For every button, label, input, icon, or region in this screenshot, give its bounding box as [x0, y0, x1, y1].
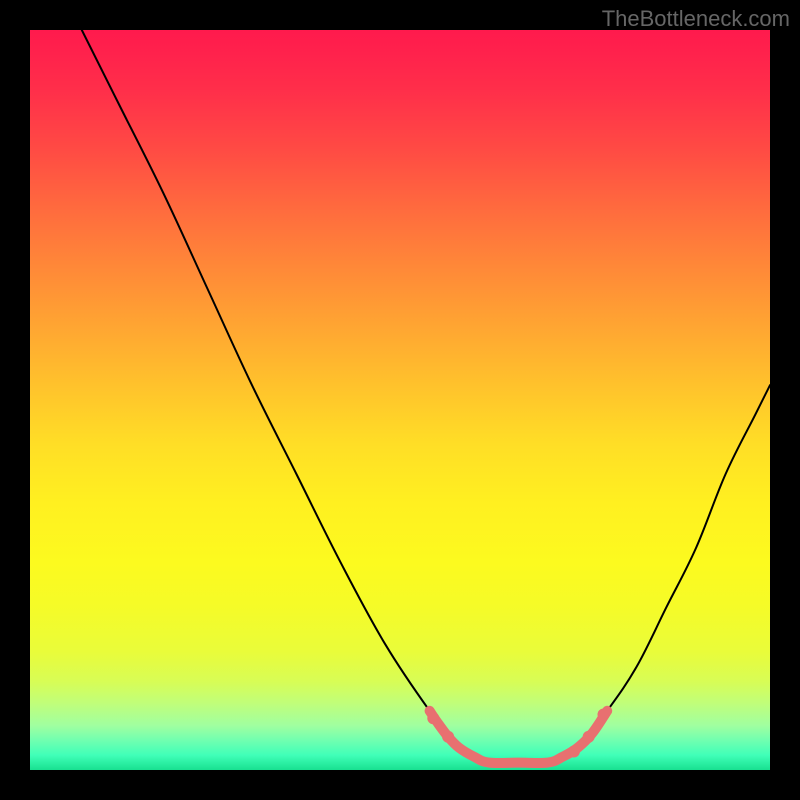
chart-plot-area [30, 30, 770, 770]
marker-1 [442, 731, 454, 743]
series-highlighted-bottom [430, 711, 608, 763]
watermark-text: TheBottleneck.com [602, 6, 790, 32]
marker-2 [568, 746, 580, 758]
marker-0 [427, 712, 439, 724]
series-curve [82, 30, 770, 764]
marker-3 [583, 731, 595, 743]
marker-4 [598, 709, 610, 721]
chart-svg [30, 30, 770, 770]
